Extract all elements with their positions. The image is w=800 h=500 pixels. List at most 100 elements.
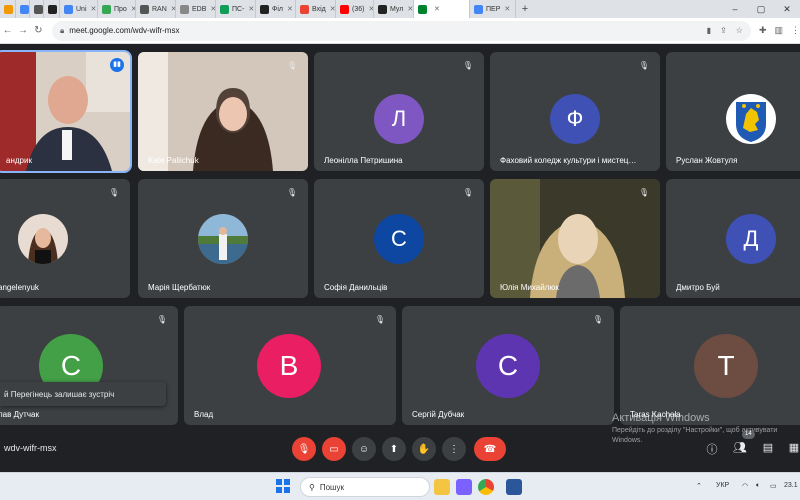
share-icon[interactable]: ⇪: [720, 26, 727, 35]
file-explorer-icon[interactable]: [434, 479, 450, 495]
tab-label: Про: [114, 5, 127, 13]
tab-label: Uni: [76, 5, 87, 13]
close-icon[interactable]: ✕: [774, 4, 800, 15]
mic-toggle-button[interactable]: 🎙︎: [292, 437, 316, 461]
tab-close-icon[interactable]: ✕: [504, 5, 510, 13]
chrome-icon[interactable]: [478, 479, 494, 495]
tab-favicon-icon: [102, 4, 111, 14]
browser-tab[interactable]: Uni ✕: [60, 0, 98, 18]
reload-icon[interactable]: ↻: [31, 25, 46, 36]
tab-favicon-icon: [140, 4, 149, 14]
url-input[interactable]: 🔒︎ meet.google.com/wdv-wifr-msx ▮ ⇪ ☆: [51, 20, 751, 41]
maximize-icon[interactable]: ▢: [748, 4, 774, 15]
participant-name: Фаховий коледж культури і мистец…: [500, 156, 637, 165]
tab-close-icon[interactable]: ✕: [91, 5, 97, 13]
battery-icon[interactable]: ▭: [770, 482, 777, 490]
extensions-icon[interactable]: ✚: [759, 25, 767, 36]
browser-tab[interactable]: [16, 0, 30, 18]
menu-dots-icon[interactable]: ⋮: [791, 25, 800, 36]
address-bar: ← → ↻ 🔒︎ meet.google.com/wdv-wifr-msx ▮ …: [0, 18, 800, 44]
browser-tab[interactable]: EDB ✕: [176, 0, 216, 18]
tab-favicon-icon: [378, 4, 387, 14]
chat-icon[interactable]: ▤: [760, 441, 776, 454]
browser-tab[interactable]: RAN✕: [136, 0, 176, 18]
tab-favicon-icon: [260, 4, 269, 14]
participant-tile[interactable]: ▮▮ андрик: [0, 50, 132, 173]
leave-call-button[interactable]: ☎: [474, 437, 506, 461]
minimize-icon[interactable]: –: [722, 4, 748, 15]
avatar: В: [257, 334, 321, 398]
info-icon[interactable]: ⓘ: [704, 441, 720, 457]
keyboard-language[interactable]: УКР: [716, 482, 729, 489]
browser-tab[interactable]: (36) ✕: [336, 0, 374, 18]
avatar: Л: [374, 94, 424, 144]
avatar: Ф: [550, 94, 600, 144]
participant-tile[interactable]: Д Дмитро Буй: [666, 179, 800, 298]
browser-tab[interactable]: ✕: [414, 0, 470, 18]
participant-tile[interactable]: С 🎙︎ лав Дутчак: [0, 306, 178, 425]
forward-icon[interactable]: →: [15, 25, 30, 36]
search-icon: ⚲: [309, 482, 315, 492]
url-text: meet.google.com/wdv-wifr-msx: [69, 26, 180, 35]
participant-tile[interactable]: Ф 🎙︎ Фаховий коледж культури і мистец…: [490, 52, 660, 171]
mic-off-icon: 🎙︎: [638, 188, 650, 197]
participant-tile[interactable]: С 🎙︎ Софія Данильців: [314, 179, 484, 298]
tab-close-icon[interactable]: ✕: [434, 5, 440, 13]
tab-close-icon[interactable]: ✕: [330, 5, 335, 13]
browser-tab[interactable]: Мул ✕: [374, 0, 414, 18]
participant-tile[interactable]: 🎙︎ Kate Paliichuk: [138, 52, 308, 171]
browser-tab[interactable]: ПС- ✕: [216, 0, 256, 18]
new-tab-button[interactable]: +: [516, 3, 534, 15]
participant-name: лав Дутчак: [0, 410, 39, 419]
browser-tab[interactable]: Вхід ✕: [296, 0, 336, 18]
sidebar-icon[interactable]: ▥: [774, 25, 783, 36]
participant-tile[interactable]: 🎙︎ Марія Щербатюк: [138, 179, 308, 298]
participant-tile[interactable]: В 🎙︎ Влад: [184, 306, 396, 425]
raise-hand-button[interactable]: ✋: [412, 437, 436, 461]
camera-icon[interactable]: ▮: [707, 26, 711, 35]
tab-favicon-icon: [474, 4, 483, 14]
taskbar-search-input[interactable]: ⚲ Пошук: [300, 477, 430, 497]
participant-tile[interactable]: Руслан Жовтуля: [666, 52, 800, 171]
browser-tab[interactable]: [0, 0, 16, 18]
photos-icon[interactable]: [456, 479, 472, 495]
browser-tab[interactable]: [44, 0, 60, 18]
word-icon[interactable]: [506, 479, 522, 495]
people-icon[interactable]: 👥︎: [732, 441, 748, 454]
participant-name: angelenyuk: [0, 283, 39, 292]
participant-tile[interactable]: Л 🎙︎ Леонілла Петришина: [314, 52, 484, 171]
participant-tile[interactable]: 🎙︎ angelenyuk: [0, 179, 130, 298]
participant-tile[interactable]: T Taras Kachala: [620, 306, 800, 425]
avatar: T: [694, 334, 758, 398]
meet-stage: ▮▮ андрик 🎙︎ Kate Paliichuk Л 🎙︎ Леонілл…: [0, 44, 800, 470]
tab-close-icon[interactable]: ✕: [407, 5, 413, 13]
bookmark-star-icon[interactable]: ☆: [736, 26, 743, 35]
meeting-code: wdv-wifr-msx: [4, 443, 57, 453]
more-options-button[interactable]: ⋮: [442, 437, 466, 461]
browser-tab[interactable]: Філ ✕: [256, 0, 296, 18]
present-button[interactable]: ⬆: [382, 437, 406, 461]
wifi-icon[interactable]: ◠: [742, 482, 748, 490]
participant-tile[interactable]: С 🎙︎ Сергій Дубчак: [402, 306, 614, 425]
browser-tab[interactable]: Про✕: [98, 0, 136, 18]
tray-chevron-icon[interactable]: ⌃: [696, 482, 702, 490]
tab-close-icon[interactable]: ✕: [287, 5, 293, 13]
participant-video: [490, 179, 660, 298]
browser-tab[interactable]: ПЕР ✕: [470, 0, 516, 18]
tab-favicon-icon: [34, 4, 43, 14]
camera-toggle-button[interactable]: ▭: [322, 437, 346, 461]
participant-name: Софія Данильців: [324, 283, 388, 292]
watermark-title: Активація Windows: [612, 412, 710, 424]
tab-favicon-icon: [300, 4, 309, 14]
reactions-button[interactable]: ☺: [352, 437, 376, 461]
participant-name: андрик: [6, 156, 32, 165]
browser-tab[interactable]: [30, 0, 44, 18]
back-icon[interactable]: ←: [0, 25, 15, 36]
participant-video: [0, 52, 130, 171]
participant-name: Руслан Жовтуля: [676, 156, 738, 165]
activities-icon[interactable]: ▦: [786, 441, 800, 454]
volume-icon[interactable]: 🔈︎: [756, 482, 760, 490]
tab-close-icon[interactable]: ✕: [248, 5, 254, 13]
participant-tile[interactable]: 🎙︎ Юлія Михайлюк: [490, 179, 660, 298]
windows-start-icon[interactable]: [276, 479, 290, 493]
